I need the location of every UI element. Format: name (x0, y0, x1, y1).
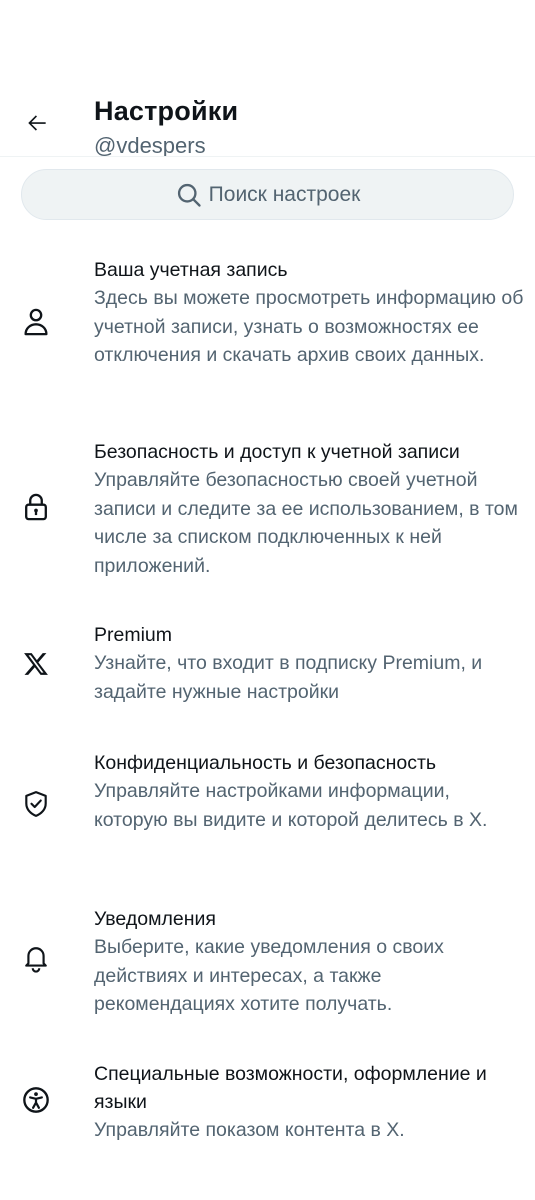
settings-item-title: Уведомления (94, 908, 216, 930)
arrow-left-icon (28, 115, 46, 131)
settings-item-accessibility[interactable]: Специальные возможности, оформление и яз… (0, 1060, 535, 1150)
settings-item-title: Безопасность и доступ к учетной записи (94, 441, 460, 463)
search-input[interactable]: Поиск настроек (21, 169, 514, 220)
settings-item-description: Здесь вы можете просмотреть информацию о… (94, 287, 524, 366)
settings-item-privacy[interactable]: Конфиденциальность и безопасность Управл… (0, 748, 535, 863)
settings-item-description: Управляйте безопасностью своей учетной з… (94, 469, 518, 577)
settings-item-premium[interactable]: Premium Узнайте, что входит в подписку P… (0, 620, 535, 710)
search-placeholder: Поиск настроек (208, 182, 361, 206)
page-title: Настройки (94, 96, 239, 126)
bottom-cutoff (0, 1142, 535, 1200)
settings-item-notifications[interactable]: Уведомления Выберите, какие уведомления … (0, 904, 535, 1019)
header-bar: Настройки @vdespers (0, 0, 535, 160)
search-icon (175, 181, 203, 209)
shield-check-icon (20, 788, 52, 820)
settings-item-title: Premium (94, 624, 173, 646)
back-button[interactable] (20, 106, 54, 140)
handle-container: @vdespers (94, 130, 394, 156)
accessibility-icon (20, 1084, 52, 1116)
settings-item-title: Ваша учетная запись (94, 259, 288, 281)
header-divider (0, 156, 535, 157)
settings-item-description: Выберите, какие уведомления о своих дейс… (94, 936, 444, 1015)
settings-item-security[interactable]: Безопасность и доступ к учетной записи У… (0, 436, 535, 581)
person-icon (20, 306, 52, 338)
settings-item-description: Управляйте показом контента в X. (94, 1119, 405, 1141)
user-handle: @vdespers (94, 133, 206, 156)
x-logo-icon (20, 648, 52, 680)
bell-icon (20, 942, 52, 974)
settings-item-account[interactable]: Ваша учетная запись Здесь вы можете прос… (0, 253, 535, 398)
settings-item-title: Конфиденциальность и безопасность (94, 752, 437, 774)
settings-item-description: Узнайте, что входит в подписку Premium, … (94, 652, 483, 703)
lock-icon (20, 491, 52, 523)
settings-item-description: Управляйте настройками информации, котор… (94, 780, 488, 831)
settings-item-title: Специальные возможности, оформление и яз… (94, 1063, 487, 1113)
